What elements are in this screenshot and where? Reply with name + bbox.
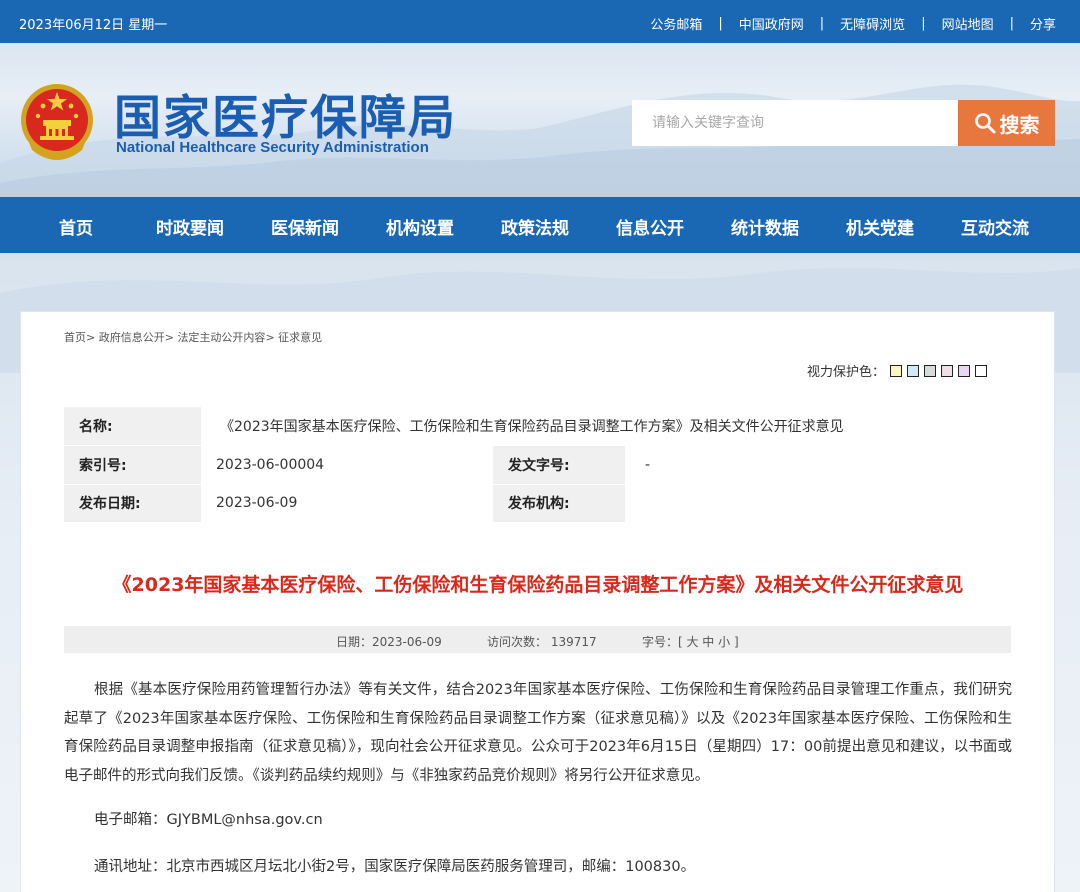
nav-item-healthcare-news[interactable]: 医保新闻 <box>271 214 339 239</box>
official-mail-link[interactable]: 公务邮箱 <box>650 14 702 33</box>
separator: | <box>819 16 825 31</box>
breadcrumb-separator: > <box>265 331 275 344</box>
color-swatch-white[interactable] <box>975 364 988 377</box>
separator: | <box>921 16 926 31</box>
meta-docno-label: 发文字号: <box>493 445 625 485</box>
search-button-label: 搜索 <box>999 112 1040 137</box>
color-swatch-purple[interactable] <box>958 364 971 377</box>
share-link[interactable]: 分享 <box>1030 14 1056 33</box>
national-emblem-icon <box>21 84 93 160</box>
article-info-bar: 日期：2023-06-09 访问次数： 139717 字号：[ 大 中 小 ] <box>64 626 1011 653</box>
meta-docno-value: - <box>625 445 1006 485</box>
meta-date-label: 发布日期: <box>64 484 201 523</box>
main-nav: 首页 时政要闻 医保新闻 机构设置 政策法规 信息公开 统计数据 机关党建 互动… <box>0 197 1080 253</box>
search-input[interactable] <box>632 100 958 146</box>
nav-item-news[interactable]: 时政要闻 <box>156 214 224 239</box>
article-date: 日期：2023-06-09 <box>336 635 442 649</box>
nav-item-party[interactable]: 机关党建 <box>846 214 914 239</box>
separator: | <box>1009 16 1014 31</box>
meta-index-value: 2023-06-00004 <box>201 445 493 485</box>
content-panel <box>20 311 1055 892</box>
eye-protection-label: 视力保护色： <box>807 365 886 380</box>
document-meta-table: 名称: 《2023年国家基本医疗保险、工伤保险和生育保险药品目录调整工作方案》及… <box>64 407 1006 523</box>
breadcrumb-separator: > <box>86 331 96 344</box>
article-title: 《2023年国家基本医疗保险、工伤保险和生育保险药品目录调整工作方案》及相关文件… <box>112 574 964 596</box>
breadcrumb-home[interactable]: 首页 <box>64 331 86 344</box>
color-swatch-yellow[interactable] <box>890 364 903 377</box>
meta-org-value <box>625 484 1006 523</box>
table-row: 发布日期: 2023-06-09 发布机构: <box>64 484 1006 523</box>
meta-date-value: 2023-06-09 <box>201 484 493 523</box>
breadcrumb-consultation[interactable]: 征求意见 <box>278 331 322 344</box>
site-title-english: National Healthcare Security Administrat… <box>116 139 429 156</box>
article-body: 根据《基本医疗保险用药管理暂行办法》等有关文件，结合2023年国家基本医疗保险、… <box>64 682 1012 784</box>
nav-item-organization[interactable]: 机构设置 <box>386 214 454 239</box>
meta-index-label: 索引号: <box>64 445 201 485</box>
contact-email: 电子邮箱：GJYBML@nhsa.gov.cn <box>94 812 323 828</box>
breadcrumb-disclosure[interactable]: 法定主动公开内容 <box>177 331 265 344</box>
meta-org-label: 发布机构: <box>493 484 625 523</box>
nav-item-disclosure[interactable]: 信息公开 <box>616 214 684 239</box>
eye-protection-selector: 视力保护色： <box>807 361 988 380</box>
current-date: 2023年06月12日 星期一 <box>19 18 168 33</box>
separator: | <box>718 16 723 31</box>
font-size-selector[interactable]: 字号：[ 大 中 小 ] <box>642 633 739 650</box>
breadcrumb-separator: > <box>164 331 174 344</box>
search-icon <box>974 113 995 134</box>
search-button[interactable]: 搜索 <box>958 100 1055 146</box>
breadcrumb: 首页> 政府信息公开> 法定主动公开内容> 征求意见 <box>64 329 322 345</box>
visit-count: 访问次数： 139717 <box>487 635 597 649</box>
nav-item-statistics[interactable]: 统计数据 <box>731 214 799 239</box>
table-row: 名称: 《2023年国家基本医疗保险、工伤保险和生育保险药品目录调整工作方案》及… <box>64 407 1006 446</box>
table-row: 索引号: 2023-06-00004 发文字号: - <box>64 445 1006 485</box>
breadcrumb-gov-info[interactable]: 政府信息公开 <box>99 331 165 344</box>
nav-item-policies[interactable]: 政策法规 <box>501 214 569 239</box>
top-links: 公务邮箱 | 中国政府网 | 无障碍浏览 | 网站地图 | 分享 <box>650 14 1056 33</box>
accessibility-link[interactable]: 无障碍浏览 <box>840 14 905 33</box>
meta-name-label: 名称: <box>64 407 201 446</box>
color-swatch-pink[interactable] <box>941 364 954 377</box>
gov-portal-link[interactable]: 中国政府网 <box>739 14 804 33</box>
nav-item-interaction[interactable]: 互动交流 <box>961 214 1029 239</box>
color-swatch-blue[interactable] <box>907 364 920 377</box>
sitemap-link[interactable]: 网站地图 <box>942 14 994 33</box>
header-banner: 国家医疗保障局 National Healthcare Security Adm… <box>0 43 1080 197</box>
site-title: 国家医疗保障局 <box>114 91 457 146</box>
nav-item-home[interactable]: 首页 <box>59 214 93 239</box>
top-bar: 2023年06月12日 星期一 公务邮箱 | 中国政府网 | 无障碍浏览 | 网… <box>0 0 1080 43</box>
contact-address: 通讯地址：北京市西城区月坛北小街2号，国家医疗保障局医药服务管理司，邮编：100… <box>94 859 696 875</box>
meta-name-value: 《2023年国家基本医疗保险、工伤保险和生育保险药品目录调整工作方案》及相关文件… <box>201 407 1006 446</box>
color-swatch-gray[interactable] <box>924 364 937 377</box>
